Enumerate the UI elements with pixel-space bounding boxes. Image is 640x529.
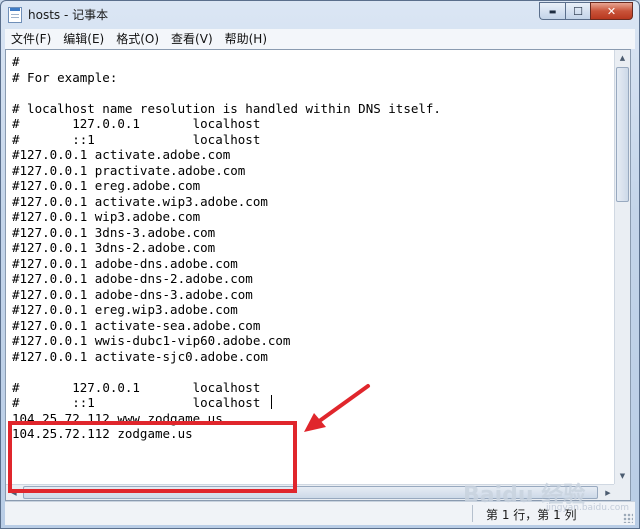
scroll-up-arrow-icon[interactable]: ▲ (615, 50, 630, 66)
text-line: # localhost name resolution is handled w… (12, 100, 441, 116)
notepad-app-icon[interactable] (8, 7, 22, 23)
text-line: # ::1 localhost (12, 395, 261, 410)
window-title: hosts - 记事本 (28, 8, 109, 22)
text-line: #127.0.0.1 adobe-dns.adobe.com (12, 255, 238, 271)
menu-help[interactable]: 帮助(H) (219, 29, 273, 49)
minimize-button[interactable]: ▬ (539, 2, 565, 20)
notepad-window: hosts - 记事本 ▬ ☐ ✕ 文件(F) 编辑(E) 格式(O) 查看(V… (0, 0, 640, 529)
annotation-arrow-icon (304, 384, 370, 432)
vertical-scroll-thumb[interactable] (616, 67, 629, 202)
text-line: #127.0.0.1 adobe-dns-3.adobe.com (12, 286, 253, 302)
text-line: #127.0.0.1 3dns-3.adobe.com (12, 224, 216, 240)
text-line: #127.0.0.1 activate.wip3.adobe.com (12, 193, 268, 209)
menu-format[interactable]: 格式(O) (110, 29, 165, 49)
highlight-box (8, 421, 297, 493)
vertical-scrollbar[interactable]: ▲ ▼ (614, 50, 630, 484)
text-line: #127.0.0.1 adobe-dns-2.adobe.com (12, 271, 253, 286)
text-line: #127.0.0.1 wip3.adobe.com (12, 209, 201, 224)
text-line: #127.0.0.1 practivate.adobe.com (12, 162, 246, 178)
text-line: # (12, 54, 20, 69)
text-line: #127.0.0.1 ereg.wip3.adobe.com (12, 302, 238, 317)
close-button[interactable]: ✕ (590, 2, 633, 20)
text-line: #127.0.0.1 activate-sea.adobe.com (12, 317, 261, 333)
title-bar[interactable]: hosts - 记事本 ▬ ☐ ✕ (1, 1, 639, 28)
close-icon: ✕ (606, 4, 617, 18)
scroll-corner (614, 484, 630, 500)
minimize-icon: ▬ (548, 6, 557, 16)
text-line: # ::1 localhost (12, 131, 261, 147)
text-line: # For example: (12, 69, 118, 85)
menu-file[interactable]: 文件(F) (5, 29, 57, 49)
editor[interactable]: # # For example: # localhost name resoluti… (5, 49, 631, 501)
caption-buttons: ▬ ☐ ✕ (539, 2, 633, 21)
maximize-button[interactable]: ☐ (565, 2, 590, 20)
maximize-icon: ☐ (573, 4, 583, 18)
text-line: # 127.0.0.1 localhost (12, 379, 261, 395)
text-line: #127.0.0.1 3dns-2.adobe.com (12, 240, 216, 255)
text-line: #127.0.0.1 wwis-dubc1-vip60.adobe.com (12, 333, 291, 348)
text-line: # 127.0.0.1 localhost (12, 116, 261, 131)
text-line: #127.0.0.1 activate.adobe.com (12, 147, 231, 162)
resize-grip-icon[interactable] (623, 513, 633, 523)
scroll-down-arrow-icon[interactable]: ▼ (615, 468, 630, 484)
text-line: #127.0.0.1 ereg.adobe.com (12, 178, 201, 193)
menu-bar: 文件(F) 编辑(E) 格式(O) 查看(V) 帮助(H) (5, 29, 635, 49)
watermark-subtext: jingyan.baidu.com (546, 503, 630, 513)
text-caret (271, 395, 272, 409)
menu-view[interactable]: 查看(V) (165, 29, 219, 49)
text-line: #127.0.0.1 activate-sjc0.adobe.com (12, 348, 268, 364)
menu-edit[interactable]: 编辑(E) (57, 29, 110, 49)
